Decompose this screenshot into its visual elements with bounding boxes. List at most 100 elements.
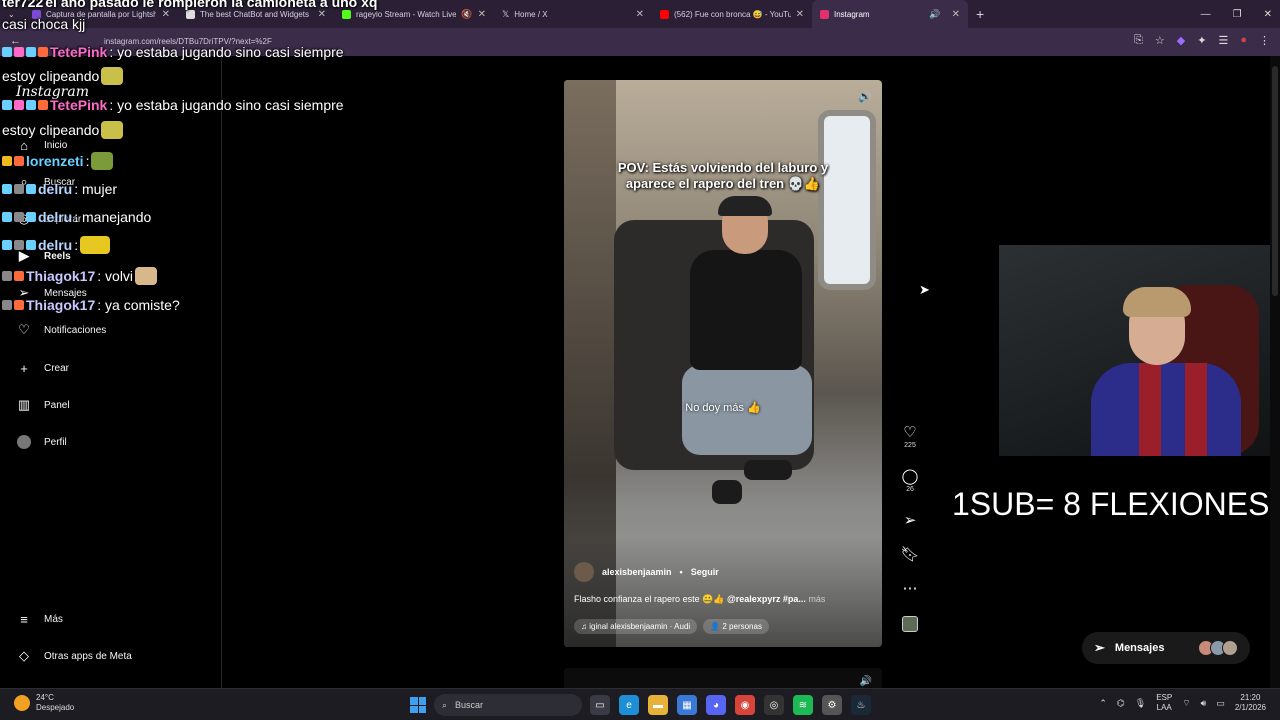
chat-message: delru : [2, 236, 111, 254]
reel-caption-top: POV: Estás volviendo del laburo y aparec… [617, 160, 829, 191]
chat-badge-icon [38, 47, 48, 57]
clock[interactable]: 21:20 2/1/2026 [1235, 693, 1266, 713]
tab-youtube[interactable]: (562) Fue con bronca 😅 - YouTube ✕ [652, 0, 812, 28]
close-icon[interactable]: ✕ [952, 9, 960, 20]
sub-goal-text: 1SUB= 8 FLEXIONES [952, 486, 1270, 522]
obs-icon[interactable]: ◎ [764, 695, 784, 715]
music-note-icon: ♫ [581, 622, 590, 631]
person-image [682, 196, 812, 504]
steam-icon[interactable]: ♨ [851, 695, 871, 715]
person-body [690, 250, 802, 370]
mute-tab-icon[interactable]: 🔇 [461, 9, 472, 20]
profile-avatar-icon[interactable]: ● [1240, 34, 1247, 47]
network-icon[interactable]: ⌬ [1117, 698, 1125, 709]
reel-chips: ♫ iginal alexisbenjaamin · Audi 👤 2 pers… [574, 619, 769, 634]
weather-widget[interactable]: 24°C Despejado [14, 693, 74, 713]
volume-icon[interactable]: 🔊 [858, 90, 872, 103]
tab-instagram[interactable]: Instagram 🔊 ✕ [812, 0, 968, 28]
new-tab-button[interactable]: + [968, 0, 996, 28]
more-options-button[interactable]: ⋯ [896, 580, 924, 598]
window-close-icon[interactable]: ✕ [1264, 9, 1272, 20]
comment-button[interactable]: ◯ 26 [896, 468, 924, 493]
frog-emote-icon [91, 152, 114, 170]
webcam-overlay [999, 245, 1280, 456]
scrollbar-thumb[interactable] [1272, 66, 1278, 296]
volume-icon[interactable]: 🔊 [860, 676, 872, 687]
task-view-icon[interactable]: ▭ [590, 695, 610, 715]
close-icon[interactable]: ✕ [636, 9, 644, 20]
discord-icon[interactable]: ◕ [706, 695, 726, 715]
save-button[interactable]: 🔖︎ [896, 546, 924, 564]
person-icon: 👤 [710, 622, 723, 631]
close-icon[interactable]: ✕ [796, 9, 804, 20]
sidebar-item-inicio[interactable]: ⌂ Inicio [16, 137, 67, 153]
mention-link[interactable]: @realexpyrz #pa... [727, 594, 806, 604]
sun-icon [14, 695, 30, 711]
chat-badge-icon [26, 212, 36, 222]
install-icon[interactable]: ⎘ [1134, 34, 1143, 47]
chrome-icon[interactable]: ◉ [735, 695, 755, 715]
sidebar-item-perfil[interactable]: Perfil [16, 434, 67, 450]
like-button[interactable]: ♡ 225 [896, 424, 924, 449]
follow-button[interactable]: Seguir [691, 567, 719, 577]
sidebar-item-crear[interactable]: + Crear [16, 360, 69, 376]
crown-badge-icon [2, 156, 12, 166]
meta-apps-icon: ◇ [19, 648, 29, 663]
home-icon: ⌂ [20, 137, 28, 153]
author-username[interactable]: alexisbenjaamin [602, 567, 672, 577]
chat-badge-icon [2, 271, 12, 281]
close-icon[interactable]: ✕ [318, 9, 326, 20]
sidebar-item-panel[interactable]: ▥ Panel [16, 397, 70, 413]
chevron-up-icon[interactable]: ⌃ [1099, 698, 1107, 709]
person-shoe [744, 460, 792, 480]
people-chip[interactable]: 👤 2 personas [703, 619, 769, 634]
reel-video[interactable]: POV: Estás volviendo del laburo y aparec… [564, 80, 882, 647]
file-explorer-icon[interactable]: ▬ [648, 695, 668, 715]
close-icon[interactable]: ✕ [478, 9, 486, 20]
spotify-icon[interactable]: ≋ [793, 695, 813, 715]
sidebar-item-mas[interactable]: ≡ Más [16, 611, 63, 627]
chat-message: TetePink : yo estaba jugando sino casi s… [2, 97, 344, 113]
audio-chip[interactable]: ♫ iginal alexisbenjaamin · Audi [574, 619, 698, 634]
microphone-icon[interactable]: 🎙︎ [1135, 698, 1146, 709]
more-link[interactable]: más [808, 594, 825, 604]
language-indicator[interactable]: ESP LAA [1156, 693, 1172, 713]
taskbar-search[interactable]: ⌕ Buscar [434, 694, 582, 716]
wifi-icon[interactable]: ⌔ [1182, 698, 1190, 709]
messages-button[interactable]: ➢ Mensajes [1082, 632, 1250, 664]
jersey-stripe [1185, 363, 1207, 456]
tab-x[interactable]: 𝕏 Home / X ✕ [494, 0, 652, 28]
close-icon[interactable]: ✕ [162, 9, 170, 20]
settings-gear-icon[interactable]: ⚙ [822, 695, 842, 715]
store-icon[interactable]: ▦ [677, 695, 697, 715]
speaker-tab-icon[interactable]: 🔊 [929, 9, 940, 20]
battery-icon[interactable]: ▭ [1216, 698, 1225, 709]
bookmark-star-icon[interactable]: ☆ [1155, 34, 1165, 47]
extension-icon[interactable]: ◆ [1177, 34, 1185, 47]
sidebar-item-otras-apps[interactable]: ◇ Otras apps de Meta [16, 648, 132, 664]
chat-badge-icon [14, 47, 24, 57]
reading-list-icon[interactable]: ☰ [1218, 34, 1228, 47]
like-count: 225 [904, 442, 916, 449]
minimize-icon[interactable]: — [1201, 9, 1211, 20]
restore-icon[interactable]: ❐ [1233, 9, 1242, 20]
sidebar-item-notificaciones[interactable]: ♡ Notificaciones [16, 322, 106, 338]
comment-count: 26 [906, 486, 914, 493]
reel-caption-mid: No doy más 👍 [685, 402, 761, 414]
heart-icon: ♡ [903, 424, 917, 441]
speaker-icon[interactable]: 🔊︎ [1201, 698, 1207, 709]
sunglasses-emote-icon [101, 121, 124, 139]
page-scrollbar[interactable] [1270, 56, 1280, 688]
edge-icon[interactable]: e [619, 695, 639, 715]
avatar[interactable] [574, 562, 594, 582]
puzzle-icon[interactable]: ✦ [1197, 34, 1206, 47]
share-button[interactable]: ➢ [896, 512, 924, 530]
chat-badge-icon [14, 100, 24, 110]
chat-badge-icon [2, 100, 12, 110]
next-reel-preview[interactable]: 🔊 [564, 668, 882, 688]
toolbar-icons: ⎘ ☆ ◆ ✦ ☰ ● ⋮ [1134, 34, 1270, 47]
audio-thumbnail[interactable] [902, 616, 918, 632]
chat-message: ter722 el año pasado le rompieron la cam… [2, 0, 378, 10]
windows-start-icon[interactable] [410, 697, 426, 713]
kebab-menu-icon[interactable]: ⋮ [1259, 34, 1270, 47]
